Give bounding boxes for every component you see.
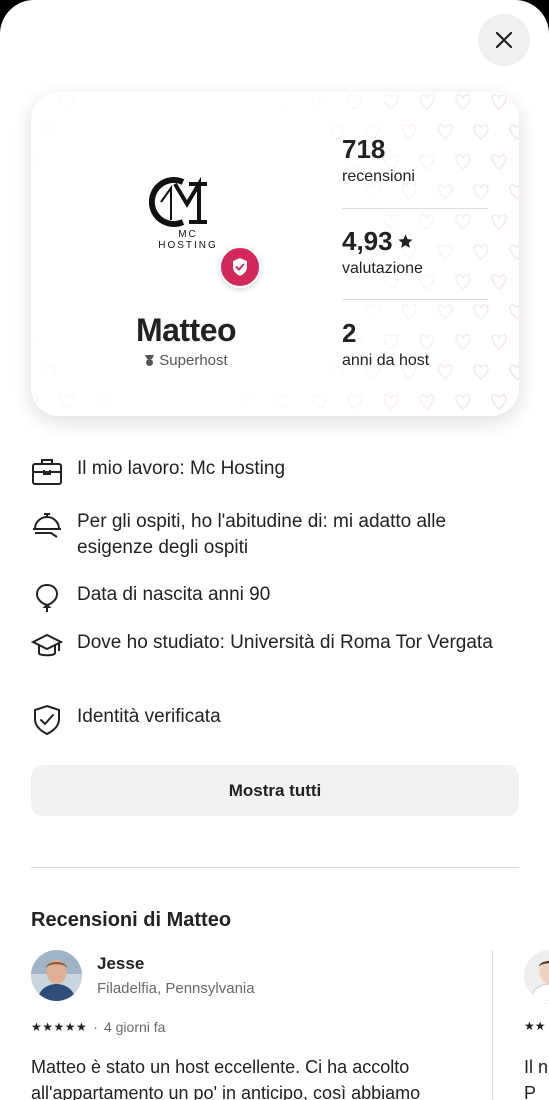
info-text-habit: Per gli ospiti, ho l'abitudine di: mi ad… bbox=[77, 511, 447, 558]
verified-shield-icon bbox=[34, 704, 60, 736]
info-item-birth: Data di nascita anni 90 bbox=[31, 582, 519, 614]
host-profile-sheet: MC HOSTING Matteo Superhost 718 recensio… bbox=[0, 0, 549, 1100]
section-divider bbox=[31, 867, 519, 868]
avatar bbox=[524, 950, 549, 1001]
stat-divider bbox=[342, 299, 488, 300]
info-item-school: Dove ho studiato: Università di Roma Tor… bbox=[31, 630, 519, 662]
review-stars: ★★★★★ bbox=[31, 1020, 88, 1034]
superhost-label: Superhost bbox=[91, 352, 281, 369]
reviewer-location: Filadelfia, Pennsylvania bbox=[97, 980, 255, 997]
stat-rating: 4,93 valutazione bbox=[342, 226, 490, 318]
info-item-habit: Per gli ospiti, ho l'abitudine di: mi ad… bbox=[31, 509, 519, 561]
review-stars: ★★ bbox=[524, 1019, 546, 1033]
host-stats: 718 recensioni 4,93 valutazione 2 anni d… bbox=[342, 134, 490, 410]
reviewer-name: Jesse bbox=[97, 954, 145, 973]
next-review-card[interactable]: ★★ Il n P bbox=[524, 950, 549, 1100]
info-item-verified: Identità verificata bbox=[31, 704, 519, 736]
superhost-text: Superhost bbox=[159, 352, 228, 369]
host-name: Matteo bbox=[135, 312, 237, 348]
balloon-icon bbox=[35, 583, 59, 612]
stat-reviews: 718 recensioni bbox=[342, 134, 490, 226]
graduation-cap-icon bbox=[31, 633, 63, 657]
meta-separator: · bbox=[93, 1019, 98, 1035]
review-text: Il n P bbox=[524, 1057, 549, 1100]
star-icon bbox=[398, 234, 413, 248]
info-text-school: Dove ho studiato: Università di Roma Tor… bbox=[77, 632, 493, 653]
stat-rating-value: 4,93 bbox=[342, 226, 393, 256]
review-text: Matteo è stato un host eccellente. Ci ha… bbox=[31, 1057, 421, 1100]
info-item-work: Il mio lavoro: Mc Hosting bbox=[31, 456, 519, 488]
review-separator bbox=[492, 950, 493, 1100]
briefcase-icon bbox=[32, 459, 62, 485]
stat-rating-label: valutazione bbox=[342, 260, 423, 277]
stat-divider bbox=[342, 208, 488, 209]
stat-years-value: 2 bbox=[342, 318, 357, 348]
verified-badge bbox=[219, 246, 261, 288]
host-card: MC HOSTING Matteo Superhost 718 recensio… bbox=[31, 92, 519, 416]
cloche-icon bbox=[33, 513, 61, 538]
close-icon bbox=[495, 31, 513, 49]
info-text-birth: Data di nascita anni 90 bbox=[77, 584, 271, 605]
logo-text: MC HOSTING bbox=[158, 229, 218, 251]
avatar bbox=[31, 950, 82, 1001]
stat-years-label: anni da host bbox=[342, 352, 430, 369]
review-time: 4 giorni fa bbox=[103, 1019, 166, 1035]
stat-reviews-value: 718 bbox=[342, 134, 386, 164]
superhost-medal-icon bbox=[145, 355, 155, 366]
show-all-button[interactable]: Mostra tutti bbox=[31, 765, 519, 816]
info-text-work: Il mio lavoro: Mc Hosting bbox=[77, 458, 286, 479]
stat-years: 2 anni da host bbox=[342, 318, 490, 410]
review-card[interactable]: Jesse Filadelfia, Pennsylvania ★★★★★ · 4… bbox=[31, 950, 493, 1100]
stat-reviews-label: recensioni bbox=[342, 168, 415, 185]
review-meta: ★★★★★ · 4 giorni fa bbox=[31, 1019, 165, 1035]
close-button[interactable] bbox=[478, 14, 530, 66]
reviews-title: Recensioni di Matteo bbox=[31, 909, 232, 931]
info-text-verified: Identità verificata bbox=[77, 706, 221, 727]
shield-check-icon bbox=[233, 258, 247, 276]
